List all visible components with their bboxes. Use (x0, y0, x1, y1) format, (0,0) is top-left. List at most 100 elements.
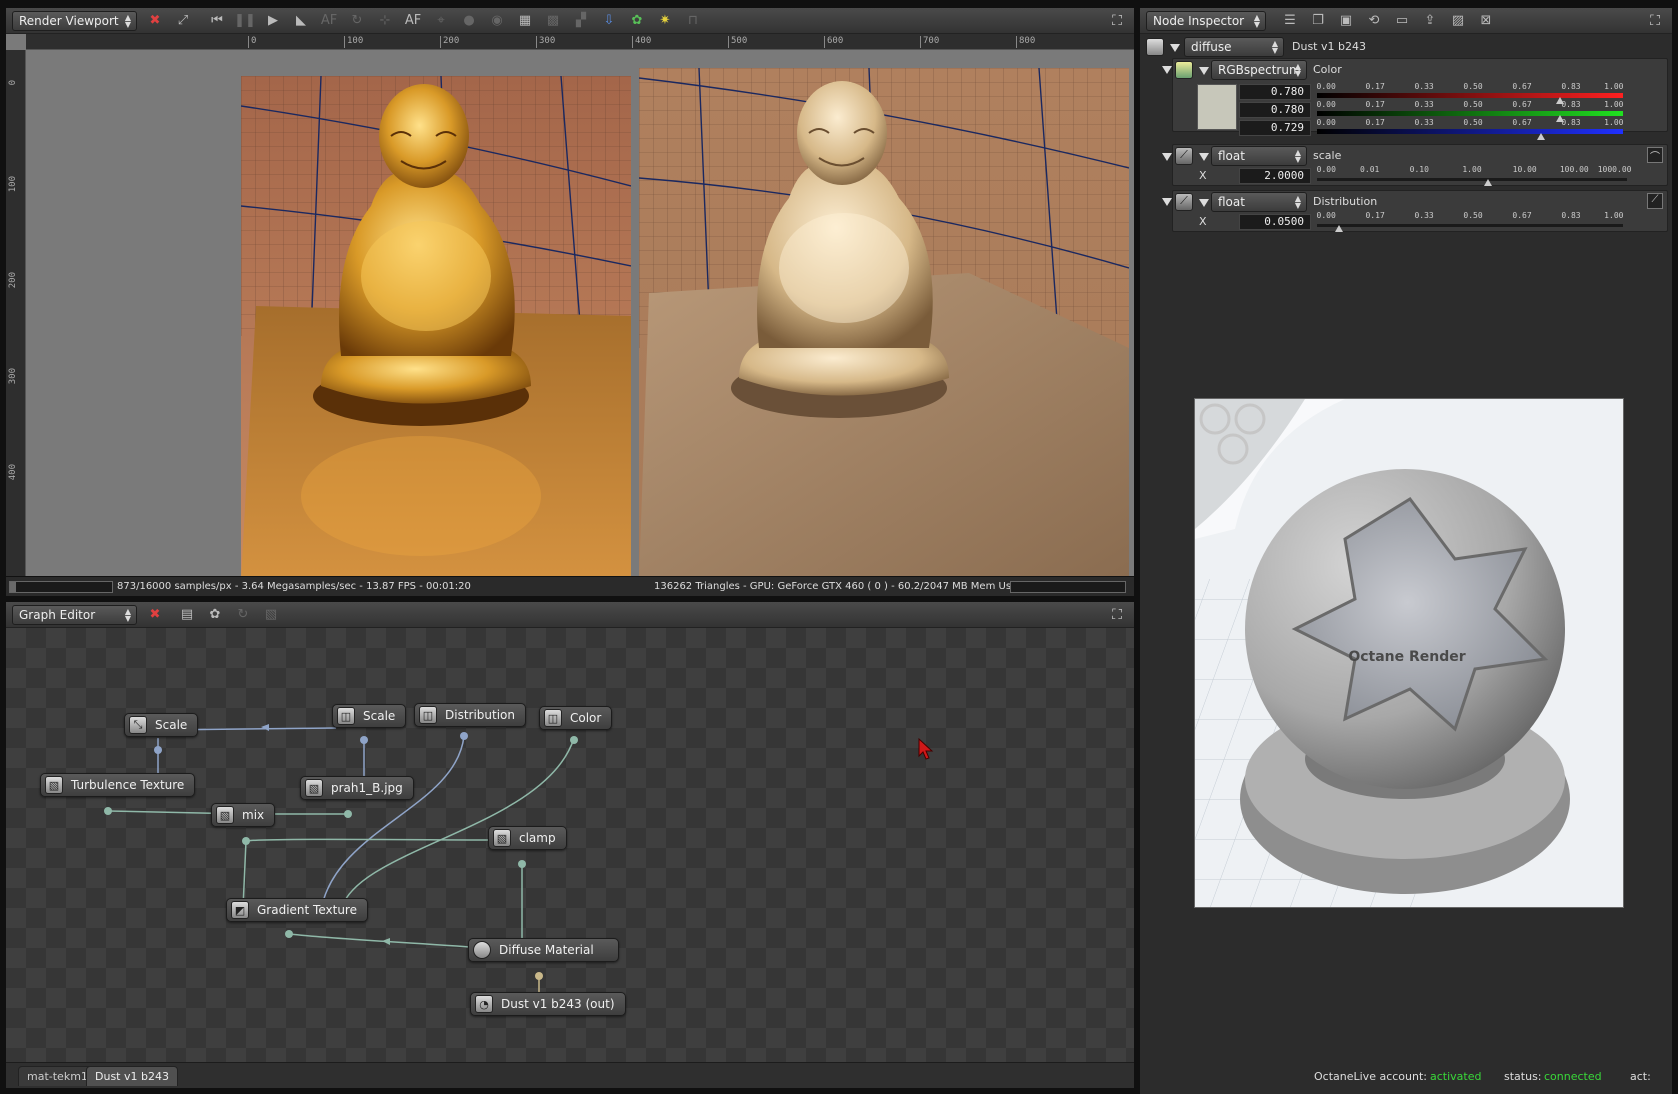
distribution-slider-handle[interactable] (1335, 225, 1344, 232)
node-gradient-texture[interactable]: ◩ Gradient Texture (226, 898, 368, 922)
slider-labels: 0.00 0.17 0.33 0.50 0.67 0.83 1.00 (1317, 100, 1624, 110)
collapse-triangle-icon[interactable] (1170, 44, 1180, 52)
linear-scale-toggle[interactable]: ⟋ (1647, 193, 1663, 209)
palette-icon[interactable]: ✿ (627, 11, 647, 31)
scale-type-dropdown[interactable]: float ▲ ▼ (1211, 146, 1307, 166)
inspector-maximize-icon[interactable]: ⛶ (1646, 12, 1664, 30)
sparkle-icon[interactable]: ✷ (655, 11, 675, 31)
ruler-tick: 200 (440, 36, 459, 48)
slider-tick-label: 0.00 (1316, 211, 1336, 220)
panel-type-dropdown[interactable]: Render Viewport ▲ ▼ (12, 10, 137, 31)
copy-icon[interactable]: ❐ (1308, 11, 1328, 31)
sphere2-dim-icon[interactable]: ◉ (487, 11, 507, 31)
graph-texture-icon[interactable]: ▧ (261, 605, 281, 625)
inspector-panel-type-dropdown[interactable]: Node Inspector ▲ ▼ (1146, 10, 1266, 31)
ruler-tick: 300 (8, 368, 18, 385)
node-label: Scale (363, 709, 396, 723)
render-progress-bar (9, 581, 113, 593)
graph-load-icon[interactable]: ▤ (177, 605, 197, 625)
export-icon[interactable]: ⊠ (1476, 11, 1496, 31)
distribution-type-triangle-icon[interactable] (1199, 199, 1209, 207)
node-label: mix (242, 808, 265, 822)
node-clamp[interactable]: ▧ clamp (488, 826, 567, 850)
node-image-texture[interactable]: ▧ prah1_B.jpg (300, 776, 414, 800)
link-icon[interactable]: ⟲ (1364, 11, 1384, 31)
focus-dim-icon[interactable]: ⊹ (375, 11, 395, 31)
material-preview[interactable]: Octane Render (1194, 398, 1624, 908)
scale-slider-handle[interactable] (1484, 179, 1493, 186)
ruler-icon[interactable]: ◣ (291, 11, 311, 31)
distribution-slider[interactable]: 0.00 0.17 0.33 0.50 0.67 0.83 1.00 (1317, 211, 1623, 241)
render-image-left[interactable] (241, 76, 631, 580)
graph-refresh-icon[interactable]: ↻ (233, 605, 253, 625)
node-color[interactable]: ◫ Color (539, 706, 613, 730)
distribution-label: Distribution (1313, 195, 1378, 208)
preview-watermark-text: Octane Render (1348, 649, 1465, 665)
expand-icon[interactable]: ▭ (1392, 11, 1412, 31)
node-distribution[interactable]: ◫ Distribution (414, 703, 527, 727)
color-collapse-icon[interactable] (1162, 66, 1172, 74)
slider-tick-label: 0.17 (1365, 211, 1385, 220)
distribution-track (1317, 224, 1623, 227)
color-type-dropdown[interactable]: RGBspectrum ▲ ▼ (1211, 60, 1307, 80)
ruler-tick: 200 (8, 272, 18, 289)
node-scale-2[interactable]: ◫ Scale (332, 704, 407, 728)
save-icon[interactable]: ▣ (1336, 11, 1356, 31)
distribution-value-field[interactable]: 0.0500 (1239, 214, 1311, 230)
graph-palette-icon[interactable]: ✿ (205, 605, 225, 625)
maximize-icon[interactable]: ⛶ (1108, 12, 1126, 30)
image-icon[interactable]: ▨ (1448, 11, 1468, 31)
scale-collapse-icon[interactable] (1162, 153, 1172, 161)
blue-value-field[interactable]: 0.729 (1239, 120, 1311, 136)
play-icon[interactable]: ▶ (263, 11, 283, 31)
graph-tab-dust[interactable]: Dust v1 b243 (86, 1066, 178, 1086)
distribution-type-value: float (1218, 195, 1245, 209)
stop-render-icon[interactable]: ✖ (145, 11, 165, 31)
node-scale-1[interactable]: ⤡ Scale (124, 713, 199, 737)
distribution-collapse-icon[interactable] (1162, 198, 1172, 206)
grid-icon[interactable]: ▩ (543, 11, 563, 31)
inspector-panel-type-label: Node Inspector (1153, 13, 1245, 28)
red-value-field[interactable]: 0.780 (1239, 84, 1311, 100)
restart-icon[interactable]: ⏮ (207, 11, 227, 31)
green-value-field[interactable]: 0.780 (1239, 102, 1311, 118)
autofocus-button[interactable]: AF (403, 11, 423, 31)
slider-tick-label: 0.33 (1414, 211, 1434, 220)
color-type-triangle-icon[interactable] (1199, 67, 1209, 75)
af-dim-icon[interactable]: AF (319, 11, 339, 31)
graph-maximize-icon[interactable]: ⛶ (1108, 606, 1126, 624)
slider-tick-label: 0.83 (1561, 100, 1581, 109)
checker-icon[interactable]: ▞ (571, 11, 591, 31)
dropdown-arrows-icon: ▲ ▼ (1271, 39, 1278, 55)
log-scale-toggle[interactable]: ⌒ (1647, 147, 1663, 163)
graph-toolbar: Graph Editor ▲ ▼ ✖ ▤ ✿ ↻ ▧ ⛶ (6, 602, 1134, 628)
render-image-right[interactable] (639, 68, 1129, 580)
wire-arrow (382, 938, 390, 945)
collapse-all-icon[interactable]: ☰ (1280, 11, 1300, 31)
material-type-value: diffuse (1191, 40, 1232, 54)
material-type-icon (1146, 38, 1164, 56)
node-mix[interactable]: ▧ mix (211, 803, 276, 827)
save-render-icon[interactable]: ⇩ (599, 11, 619, 31)
import-icon[interactable]: ⇪ (1420, 11, 1440, 31)
color-swatch[interactable] (1197, 84, 1237, 130)
graph-stop-icon[interactable]: ✖ (145, 605, 165, 625)
sphere-dim-icon[interactable]: ● (459, 11, 479, 31)
node-diffuse-material[interactable]: Diffuse Material (468, 938, 619, 962)
rotate-dim-icon[interactable]: ↻ (347, 11, 367, 31)
scale-type-triangle-icon[interactable] (1199, 153, 1209, 161)
lock-icon[interactable]: ⊓ (683, 11, 703, 31)
node-turbulence-texture[interactable]: ▧ Turbulence Texture (40, 773, 196, 797)
region-icon[interactable]: ▦ (515, 11, 535, 31)
material-type-dropdown[interactable]: diffuse ▲ ▼ (1184, 37, 1284, 57)
node-material-output[interactable]: ◔ Dust v1 b243 (out) (470, 992, 626, 1016)
green-gradient-bar (1317, 111, 1623, 116)
graph-panel-type-dropdown[interactable]: Graph Editor ▲ ▼ (12, 604, 137, 625)
fit-view-icon[interactable]: ⤢ (173, 11, 193, 31)
blue-slider-handle[interactable] (1537, 133, 1546, 140)
picker-dim-icon[interactable]: ⌖ (431, 11, 451, 31)
node-inspector-panel: Node Inspector ▲ ▼ ☰ ❐ ▣ ⟲ ▭ ⇪ ▨ ⊠ ⛶ diff… (1140, 8, 1672, 1094)
distribution-type-dropdown[interactable]: float ▲ ▼ (1211, 192, 1307, 212)
scale-value-field[interactable]: 2.0000 (1239, 168, 1311, 184)
pause-icon[interactable]: ❚❚ (234, 11, 256, 31)
